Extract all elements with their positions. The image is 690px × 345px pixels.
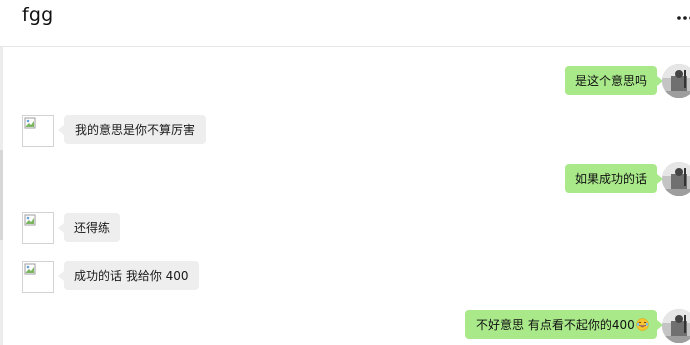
message-bubble-self[interactable]: 是这个意思吗 — [565, 66, 664, 95]
avatar[interactable] — [662, 162, 690, 196]
avatar[interactable] — [662, 64, 690, 98]
message-bubble-peer[interactable]: 我的意思是你不算厉害 — [57, 115, 207, 144]
avatar[interactable] — [22, 115, 54, 147]
laughing-emoji-icon — [636, 318, 649, 331]
message-text: 还得练 — [74, 220, 111, 235]
broken-image-icon — [24, 117, 36, 129]
avatar[interactable] — [662, 309, 690, 343]
message-text: 不好意思 有点看不起你的400 — [476, 317, 635, 332]
message-bubble-peer[interactable]: 还得练 — [57, 213, 121, 242]
avatar[interactable] — [22, 261, 54, 293]
message-bubble-self[interactable]: 如果成功的话 — [565, 164, 664, 193]
avatar[interactable] — [22, 212, 54, 244]
avatar-image — [662, 162, 690, 196]
broken-image-icon — [24, 214, 36, 226]
chat-title: fgg — [22, 4, 54, 26]
more-horizontal-icon[interactable] — [676, 7, 690, 29]
message-bubble-self[interactable]: 不好意思 有点看不起你的400 — [465, 310, 663, 339]
avatar-image — [662, 64, 690, 98]
message-list[interactable]: 是这个意思吗 我的意思是你不算厉害 如果成功的话 还得练 成功的话 我给你 40… — [0, 0, 690, 345]
avatar-image — [662, 309, 690, 343]
chat-header: fgg — [0, 0, 690, 47]
broken-image-icon — [24, 263, 36, 275]
message-bubble-peer[interactable]: 成功的话 我给你 400 — [58, 261, 199, 290]
chat-window: 是这个意思吗 我的意思是你不算厉害 如果成功的话 还得练 成功的话 我给你 40… — [0, 0, 690, 345]
message-text: 如果成功的话 — [575, 171, 648, 186]
message-text: 是这个意思吗 — [575, 73, 648, 88]
message-text: 我的意思是你不算厉害 — [75, 122, 196, 137]
message-text: 成功的话 我给你 400 — [74, 268, 189, 283]
